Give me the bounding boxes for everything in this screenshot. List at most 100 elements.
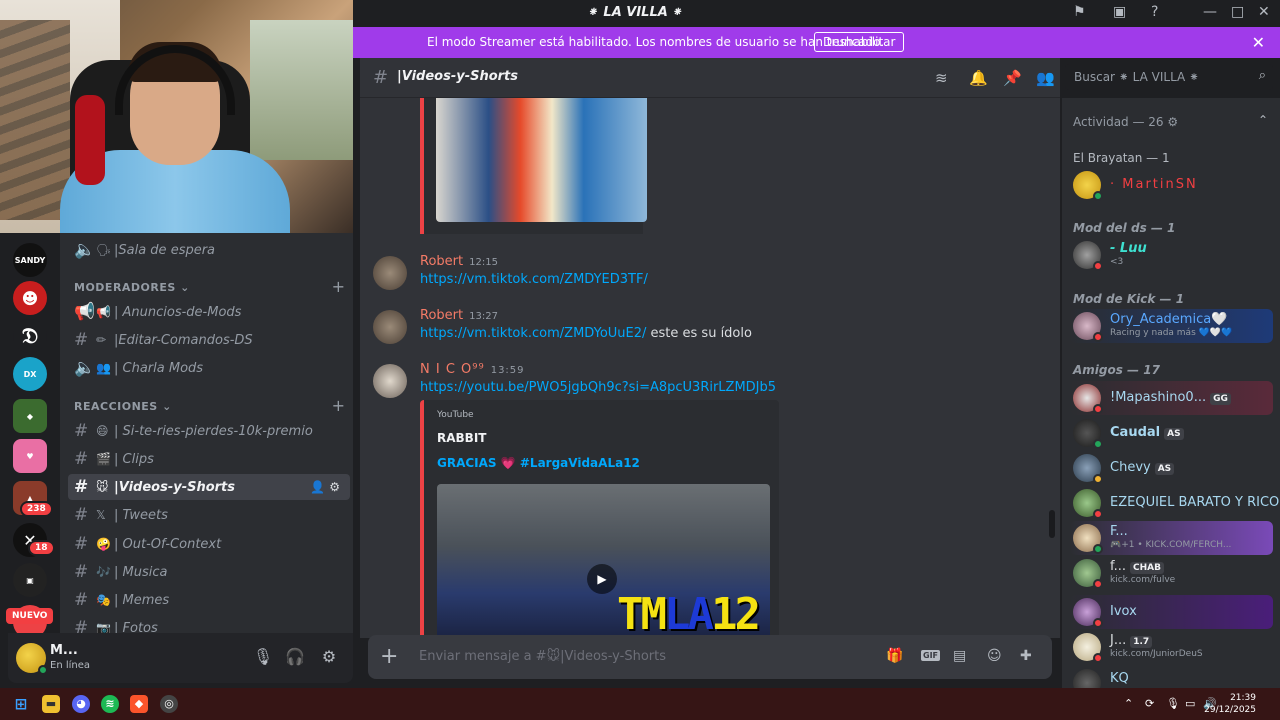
message-link[interactable]: https://vm.tiktok.com/ZMDYoUuE2/ xyxy=(420,326,646,341)
add-attachment-icon[interactable]: + xyxy=(380,644,398,669)
channel-si-te-ries[interactable]: # 😄 | Si-te-ries-pierdes-10k-premio xyxy=(68,418,350,444)
category-moderadores[interactable]: MODERADORES ⌄ xyxy=(74,281,190,294)
server-sandy[interactable]: SANDY xyxy=(13,243,47,277)
channel-sala-de-espera[interactable]: 🔈 🗣 |Sala de espera xyxy=(68,237,350,263)
play-icon[interactable]: ▶ xyxy=(587,564,617,594)
member-item[interactable]: F... 🎮+1 • KICK.COM/FERCH... xyxy=(1062,521,1280,555)
channel-clips[interactable]: # 🎬 | Clips xyxy=(68,446,350,472)
microphone-icon[interactable]: 🎙 xyxy=(1166,697,1180,710)
user-name[interactable]: M... xyxy=(50,643,78,658)
avatar[interactable] xyxy=(373,256,407,290)
windows-start-icon[interactable]: ⊞ xyxy=(12,695,30,713)
clock[interactable]: 21:39 29/12/2025 xyxy=(1204,692,1256,716)
channel-editar-comandos-ds[interactable]: # ✏ |Editar-Comandos-DS xyxy=(68,327,350,353)
member-item[interactable]: Chevy AS xyxy=(1062,451,1280,485)
member-item[interactable]: EZEQUIEL BARATO Y RICO xyxy=(1062,486,1280,520)
channel-emoji-icon: 📢 xyxy=(96,305,111,319)
avatar[interactable] xyxy=(373,310,407,344)
brave-icon[interactable]: ◆ xyxy=(130,695,148,713)
microphone-icon[interactable]: 🎙 xyxy=(252,647,274,669)
maximize-icon[interactable]: □ xyxy=(1231,4,1244,20)
server-pink-icon: ♥ xyxy=(26,451,34,461)
channel-anuncios-de-mods[interactable]: 📢 📢 | Anuncios-de-Mods xyxy=(68,299,350,325)
hash-icon: # xyxy=(74,534,89,554)
channel-label: |Videos-y-Shorts xyxy=(114,479,236,495)
channel-charla-mods[interactable]: 🔈 👥 | Charla Mods xyxy=(68,355,350,381)
member-item[interactable]: J... 1.7 kick.com/JuniorDeuS xyxy=(1062,630,1280,664)
bell-icon[interactable]: 🔔 xyxy=(969,69,988,87)
headphones-icon[interactable]: 🎧 xyxy=(284,647,306,669)
disable-streamer-button[interactable]: Deshabilitar xyxy=(814,32,905,52)
gear-icon[interactable]: ⚙ xyxy=(1167,115,1178,129)
pin-icon[interactable]: 📌 xyxy=(1003,69,1022,87)
scrollbar[interactable] xyxy=(1049,510,1055,538)
file-explorer-icon[interactable]: ▬ xyxy=(42,695,60,713)
server-blue[interactable]: DX xyxy=(13,357,47,391)
minimize-icon[interactable]: — xyxy=(1203,4,1217,20)
server-game[interactable]: ◆ xyxy=(13,399,47,433)
spotify-icon[interactable]: ≋ xyxy=(101,695,119,713)
server-motel[interactable]: ▣ xyxy=(13,563,47,597)
message-link[interactable]: https://youtu.be/PWO5jgbQh9c?si=A8pcU3Ri… xyxy=(420,380,776,395)
channel-musica[interactable]: # 🎶 | Musica xyxy=(68,559,350,585)
channel-label: | Clips xyxy=(114,451,154,467)
gift-icon[interactable]: 🎁 xyxy=(886,648,903,664)
member-name: - Luu xyxy=(1110,241,1147,256)
message-link[interactable]: https://vm.tiktok.com/ZMDYED3TF/ xyxy=(420,272,648,287)
member-item[interactable]: KQ xyxy=(1062,666,1280,688)
close-icon[interactable]: ✕ xyxy=(1252,33,1265,52)
add-channel-button[interactable]: + xyxy=(332,396,345,415)
help-icon[interactable]: ? xyxy=(1151,4,1158,20)
message-composer[interactable]: + Enviar mensaje a #🐭|Videos-y-Shorts 🎁 … xyxy=(368,635,1052,679)
member-item[interactable]: - Luu <3 xyxy=(1062,238,1280,272)
member-name: !Mapashino0... GG xyxy=(1110,390,1231,405)
gear-icon[interactable]: ⚙ xyxy=(318,647,340,669)
gif-icon[interactable]: GIF xyxy=(921,650,941,661)
threads-icon[interactable]: ≋ xyxy=(935,69,948,87)
sync-icon[interactable]: ⟳ xyxy=(1145,697,1154,710)
members-icon[interactable]: 👥 xyxy=(1036,69,1055,87)
obs-icon[interactable]: ◎ xyxy=(160,695,178,713)
network-icon[interactable]: ▭ xyxy=(1185,697,1195,710)
discord-icon[interactable]: ◕ xyxy=(72,695,90,713)
category-reacciones[interactable]: REACCIONES ⌄ xyxy=(74,400,172,413)
member-item[interactable]: f... CHAB kick.com/fulve xyxy=(1062,556,1280,590)
server-detroit[interactable]: 𝔇 xyxy=(13,319,47,353)
video-thumbnail[interactable]: TMLA12 ▶ xyxy=(437,484,770,638)
activity-header[interactable]: Actividad — 26 ⚙ xyxy=(1073,115,1178,129)
server-motel-icon: ▣ xyxy=(26,575,34,585)
channel-fotos[interactable]: # 📷 | Fotos xyxy=(68,615,350,633)
member-item[interactable]: · MartinSN xyxy=(1062,168,1280,202)
member-item[interactable]: !Mapashino0... GG xyxy=(1062,381,1280,415)
flag-icon[interactable]: ⚑ xyxy=(1073,4,1086,20)
member-name: f... CHAB xyxy=(1110,559,1164,574)
channel-memes[interactable]: # 🎭 | Memes xyxy=(68,587,350,613)
channel-videos-y-shorts[interactable]: # 🐭 |Videos-y-Shorts 👤⚙ xyxy=(68,474,350,500)
member-item[interactable]: Caudal AS xyxy=(1062,416,1280,450)
avatar[interactable] xyxy=(373,364,407,398)
apps-icon[interactable]: ✚ xyxy=(1020,648,1032,664)
channel-tweets[interactable]: # 𝕏 | Tweets xyxy=(68,502,350,528)
add-channel-button[interactable]: + xyxy=(332,277,345,296)
close-icon[interactable]: ✕ xyxy=(1258,4,1270,20)
activity-header-label: Actividad — 26 xyxy=(1073,115,1164,129)
inbox-icon[interactable]: ▣ xyxy=(1113,4,1126,20)
embed-title[interactable]: RABBIT xyxy=(437,431,486,445)
server-red-logo[interactable]: ☻ xyxy=(13,281,47,315)
embed-image[interactable] xyxy=(436,98,647,222)
server-pink[interactable]: ♥ xyxy=(13,439,47,473)
member-name: EZEQUIEL BARATO Y RICO xyxy=(1110,495,1280,510)
gear-icon[interactable]: ⚙ xyxy=(329,480,344,494)
invite-icon[interactable]: 👤 xyxy=(310,480,329,494)
chevron-up-icon[interactable]: ⌃ xyxy=(1258,113,1268,127)
emoji-icon[interactable]: ☺ xyxy=(987,648,1002,664)
message-author[interactable]: Robert 12:15 xyxy=(420,254,498,269)
message-author[interactable]: Robert 13:27 xyxy=(420,308,498,323)
chevron-up-icon[interactable]: ⌃ xyxy=(1124,697,1133,710)
sticker-icon[interactable]: ▤ xyxy=(953,648,966,664)
search-input[interactable]: Buscar ⁕ LA VILLA ⁕ ⌕ xyxy=(1065,64,1273,90)
member-item[interactable]: Ivox xyxy=(1062,595,1280,629)
message-author[interactable]: N I C O⁹⁹ 13:59 xyxy=(420,362,525,377)
member-item[interactable]: Ory_Academica🤍 Racing y nada más 💙🤍💙 xyxy=(1062,309,1280,343)
channel-out-of-context[interactable]: # 🤪 | Out-Of-Context xyxy=(68,531,350,557)
